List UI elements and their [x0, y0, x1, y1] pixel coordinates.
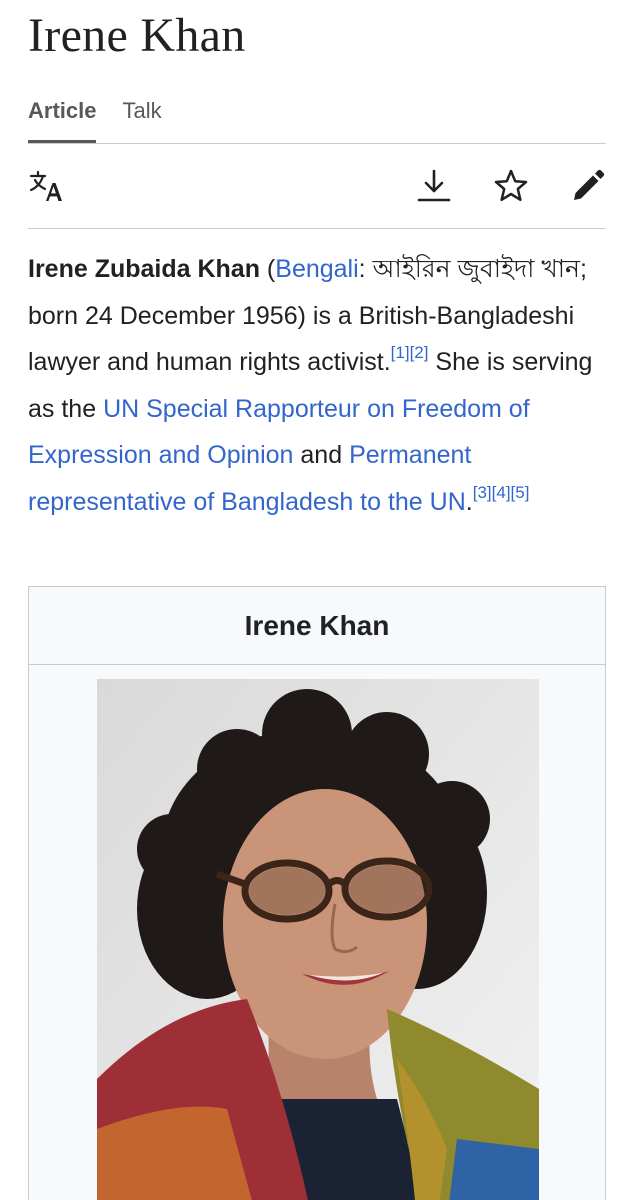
lead-paragraph: Irene Zubaida Khan (Bengali: আইরিন জুবাই… [28, 246, 608, 525]
page-title: Irene Khan [28, 9, 246, 62]
tab-article[interactable]: Article [28, 96, 97, 143]
reference-2[interactable]: [2] [410, 343, 429, 362]
reference-5[interactable]: [5] [511, 483, 530, 502]
subject-name: Irene Zubaida Khan [28, 255, 260, 283]
lead-text: . [465, 487, 473, 516]
lead-text: ( [259, 255, 276, 283]
reference-1[interactable]: [1] [391, 343, 410, 362]
reference-3[interactable]: [3] [473, 483, 492, 502]
lead-text: and [293, 441, 350, 469]
star-icon[interactable] [492, 167, 530, 205]
translate-icon[interactable] [28, 167, 66, 205]
infobox: Irene Khan [28, 586, 606, 1200]
article-page: Irene Khan Article Talk Irene Zubaida Kh… [0, 0, 634, 1200]
download-icon[interactable] [415, 167, 453, 205]
bengali-link[interactable]: Bengali [275, 255, 358, 283]
portrait-photo[interactable] [97, 679, 539, 1200]
edit-pencil-icon[interactable] [569, 167, 607, 205]
reference-4[interactable]: [4] [492, 483, 511, 502]
page-actions-toolbar [28, 145, 606, 229]
infobox-title: Irene Khan [29, 587, 605, 665]
tab-talk[interactable]: Talk [122, 96, 161, 143]
page-tabs: Article Talk [28, 96, 606, 144]
